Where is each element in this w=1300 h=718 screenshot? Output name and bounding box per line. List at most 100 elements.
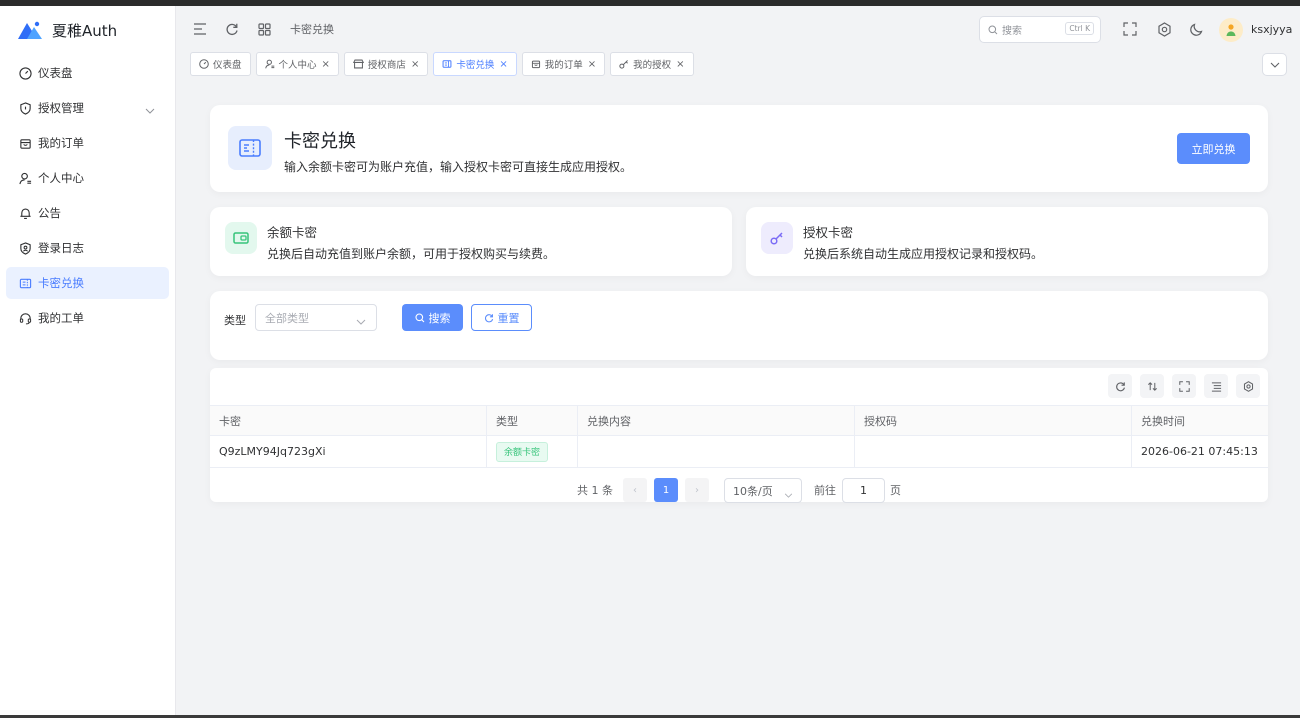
table-row[interactable]: Q9zLMY94Jq723gXi 余额卡密 2026-06-21 07:45:1…: [210, 436, 1268, 468]
tab-card-redeem[interactable]: 卡密兑换 ×: [433, 52, 517, 76]
search-input[interactable]: 搜索 Ctrl K: [979, 16, 1101, 43]
reset-button[interactable]: 重置: [471, 304, 532, 331]
search-icon: [988, 25, 998, 35]
sidebar-item-card-redeem[interactable]: 卡密兑换: [6, 267, 169, 299]
fullscreen-icon[interactable]: [1172, 374, 1196, 398]
sidebar-item-my-orders[interactable]: 我的订单: [6, 127, 169, 159]
username[interactable]: ksxjyya: [1251, 23, 1292, 36]
refresh-icon[interactable]: [224, 21, 240, 37]
user-icon: [264, 59, 275, 69]
filter-card: 类型 全部类型 搜索 重置: [210, 291, 1268, 360]
sidebar-item-tickets[interactable]: 我的工单: [6, 302, 169, 334]
bag-icon: [18, 136, 32, 150]
type-cell: 余额卡密: [487, 436, 578, 467]
grid-apps-icon[interactable]: [256, 21, 272, 37]
pagination-total: 共 1 条: [577, 484, 613, 497]
close-icon[interactable]: ×: [411, 59, 419, 70]
pagination: 共 1 条 ‹ 1 › 10条/页 前往 1 页: [210, 468, 1268, 503]
tab-label: 个人中心: [278, 60, 317, 71]
search-placeholder: 搜索: [1002, 26, 1022, 37]
tab-my-orders[interactable]: 我的订单 ×: [521, 52, 606, 76]
tab-label: 授权商店: [367, 60, 406, 71]
key-icon: [619, 59, 629, 69]
sidebar-item-login-log[interactable]: 登录日志: [6, 232, 169, 264]
bell-icon: [18, 206, 32, 220]
column-header-card: 卡密: [210, 406, 487, 435]
table-header: 卡密 类型 兑换内容 授权码 兑换时间: [210, 405, 1268, 436]
next-page-button[interactable]: ›: [685, 478, 709, 502]
breadcrumb[interactable]: 卡密兑换: [290, 21, 334, 37]
page-subtitle: 输入余额卡密可为账户充值，输入授权卡密可直接生成应用授权。: [284, 160, 633, 174]
tab-label: 仪表盘: [213, 60, 242, 71]
tab-label: 我的订单: [544, 60, 583, 71]
type-label: 类型: [224, 314, 246, 327]
refresh-icon: [484, 313, 494, 323]
sidebar-item-label: 我的订单: [38, 136, 84, 150]
close-icon[interactable]: ×: [588, 59, 596, 70]
goto-label: 前往: [814, 484, 836, 497]
density-icon[interactable]: [1204, 374, 1228, 398]
chevron-right-icon: ›: [695, 484, 699, 496]
fullscreen-icon[interactable]: [1122, 21, 1138, 37]
user-icon: [18, 171, 32, 185]
refresh-icon[interactable]: [1108, 374, 1132, 398]
search-button-label: 搜索: [428, 311, 451, 325]
page-number-button[interactable]: 1: [654, 478, 678, 502]
sort-icon[interactable]: [1140, 374, 1164, 398]
close-icon[interactable]: ×: [499, 59, 507, 70]
time-cell: 2026-06-21 07:45:13: [1141, 445, 1258, 458]
reset-button-label: 重置: [497, 311, 520, 325]
column-header-content: 兑换内容: [578, 406, 855, 435]
tab-profile[interactable]: 个人中心 ×: [255, 52, 339, 76]
tab-label: 我的授权: [633, 60, 672, 71]
login-log-icon: [18, 241, 32, 255]
tabs-dropdown-button[interactable]: [1262, 53, 1287, 76]
type-select[interactable]: 全部类型: [255, 304, 377, 331]
logo-icon: [18, 21, 42, 39]
license-card-info: 授权卡密 兑换后系统自动生成应用授权记录和授权码。: [746, 207, 1268, 276]
info-description: 兑换后自动充值到账户余额，可用于授权购买与续费。: [267, 247, 556, 261]
sidebar-item-auth-management[interactable]: 授权管理: [6, 92, 169, 124]
collapse-menu-icon[interactable]: [192, 21, 208, 37]
key-icon: [761, 222, 793, 254]
info-title: 授权卡密: [803, 225, 854, 240]
auth-code-cell: [855, 436, 1132, 467]
column-settings-icon[interactable]: [1236, 374, 1260, 398]
search-button[interactable]: 搜索: [402, 304, 463, 331]
sidebar-item-label: 个人中心: [38, 171, 84, 185]
page-size-select[interactable]: 10条/页: [724, 478, 802, 503]
goto-page-input[interactable]: 1: [842, 478, 885, 503]
sidebar-item-announcements[interactable]: 公告: [6, 197, 169, 229]
prev-page-button[interactable]: ‹: [623, 478, 647, 502]
sidebar-item-label: 公告: [38, 206, 61, 220]
bag-icon: [531, 59, 541, 69]
tab-my-licenses[interactable]: 我的授权 ×: [610, 52, 694, 76]
wallet-icon: [225, 222, 257, 254]
type-select-placeholder: 全部类型: [265, 311, 309, 325]
avatar[interactable]: [1219, 18, 1243, 42]
settings-icon[interactable]: [1156, 21, 1172, 37]
column-header-time: 兑换时间: [1141, 414, 1185, 428]
redeem-now-button[interactable]: 立即兑换: [1177, 133, 1250, 164]
close-icon[interactable]: ×: [676, 59, 684, 70]
sidebar-item-label: 仪表盘: [38, 66, 73, 80]
redeem-records-table-card: 卡密 类型 兑换内容 授权码 兑换时间 Q9zLMY94Jq723gXi 余额卡…: [210, 368, 1268, 503]
app-logo[interactable]: 夏稚Auth: [0, 6, 175, 54]
card-code-cell: Q9zLMY94Jq723gXi: [210, 436, 487, 467]
page-unit-label: 页: [890, 484, 901, 497]
redeem-hero-card: 卡密兑换 输入余额卡密可为账户充值，输入授权卡密可直接生成应用授权。 立即兑换: [210, 105, 1268, 192]
status-badge: 余额卡密: [496, 441, 549, 462]
content-cell: [578, 436, 855, 467]
sidebar-item-label: 卡密兑换: [38, 276, 84, 290]
close-icon[interactable]: ×: [322, 59, 330, 70]
top-header: 卡密兑换 搜索 Ctrl K ksxjyya: [176, 6, 1300, 52]
ticket-icon: [18, 276, 32, 290]
dark-mode-icon[interactable]: [1189, 21, 1205, 37]
headset-icon: [18, 311, 32, 325]
tab-auth-store[interactable]: 授权商店 ×: [343, 52, 429, 76]
tab-dashboard[interactable]: 仪表盘: [190, 52, 251, 76]
ticket-icon: [442, 59, 452, 69]
sidebar-item-dashboard[interactable]: 仪表盘: [6, 57, 169, 89]
sidebar-item-label: 登录日志: [38, 241, 84, 255]
sidebar-item-profile[interactable]: 个人中心: [6, 162, 169, 194]
